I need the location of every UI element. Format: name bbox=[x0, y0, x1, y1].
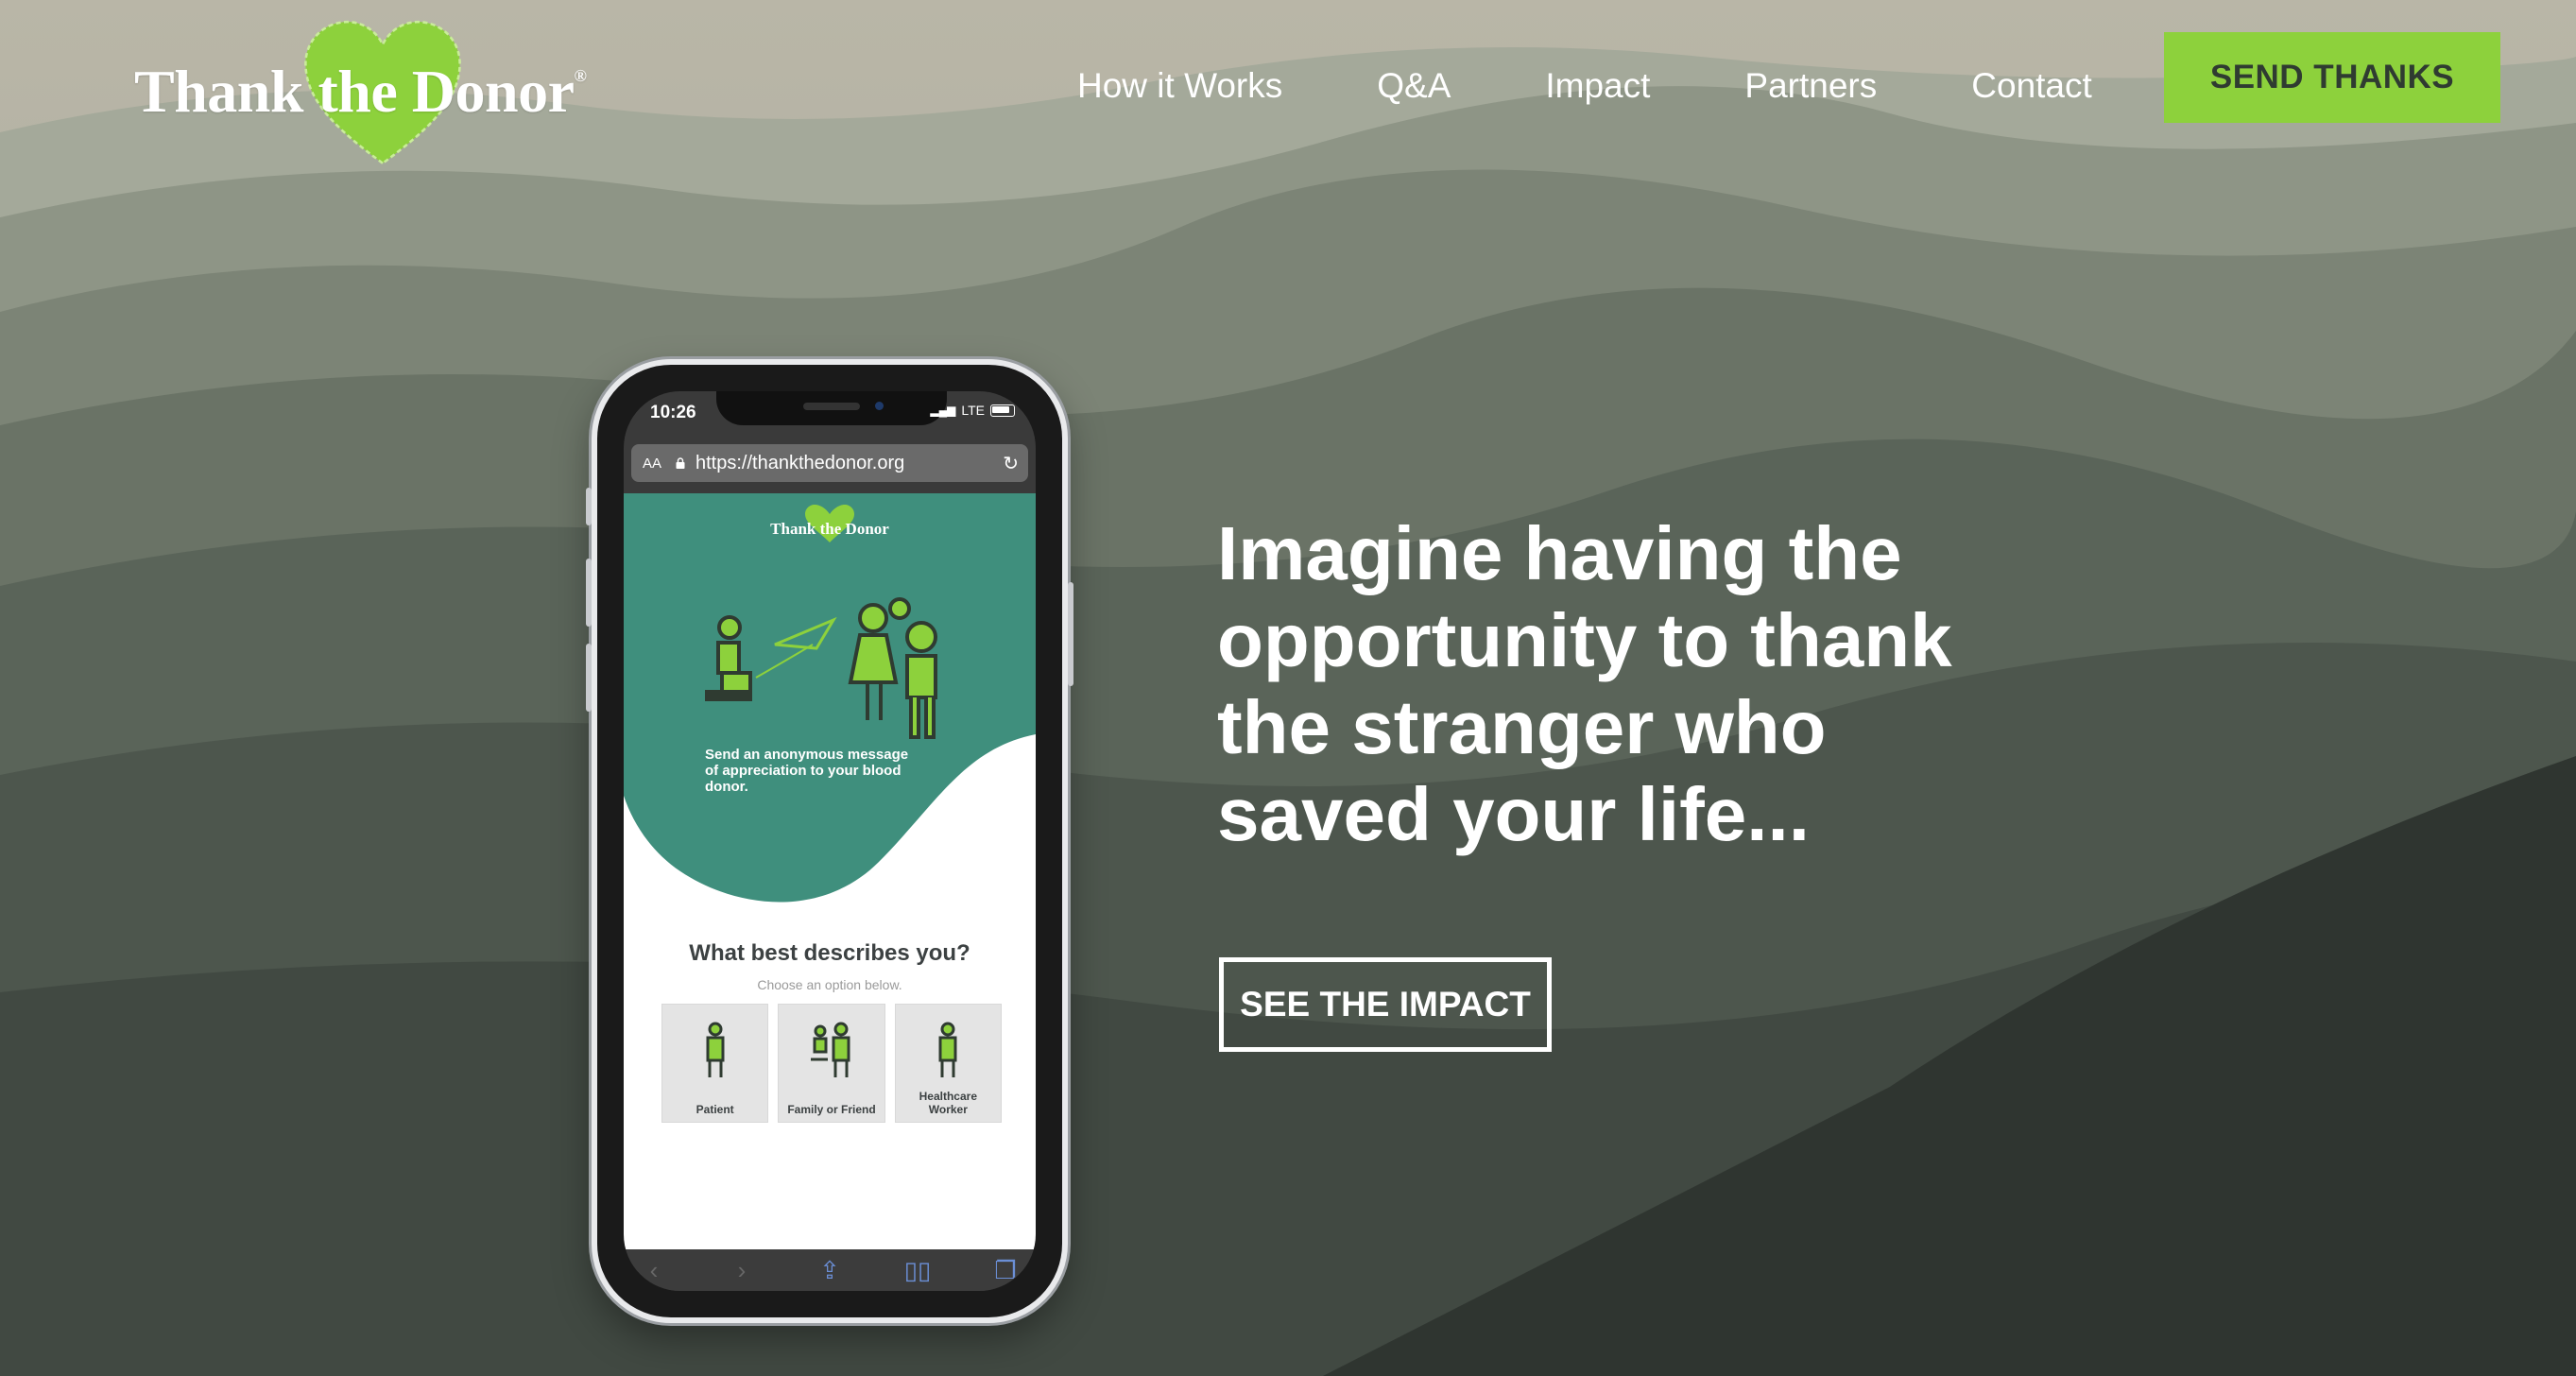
healthcare-worker-icon bbox=[938, 1022, 957, 1077]
patient-icon bbox=[706, 1022, 725, 1077]
forward-icon[interactable]: › bbox=[723, 1256, 761, 1285]
option-label: Healthcare Worker bbox=[919, 1090, 977, 1116]
reload-icon[interactable]: ↻ bbox=[1003, 452, 1019, 475]
nav-impact[interactable]: Impact bbox=[1545, 66, 1650, 106]
share-icon[interactable]: ⇪ bbox=[811, 1256, 849, 1285]
battery-icon bbox=[990, 404, 1015, 417]
status-time: 10:26 bbox=[650, 403, 696, 422]
mobile-site: Thank the Donor Send an anonymous messag… bbox=[624, 493, 1036, 1249]
nav-qa[interactable]: Q&A bbox=[1377, 66, 1451, 106]
signal-icon: ▂▄▆ bbox=[930, 404, 956, 417]
hero-headline: Imagine having the opportunity to thank … bbox=[1217, 511, 1952, 856]
see-impact-button[interactable]: SEE THE IMPACT bbox=[1219, 957, 1552, 1052]
option-label: Patient bbox=[696, 1103, 734, 1116]
role-options: Patient Family or Friend Healthcare Work… bbox=[661, 1004, 1002, 1123]
option-patient[interactable]: Patient bbox=[661, 1004, 769, 1123]
network-label: LTE bbox=[961, 403, 985, 418]
family-friend-icon bbox=[810, 1022, 850, 1077]
lock-icon bbox=[676, 457, 685, 469]
phone-screen: 10:26 ▂▄▆ LTE AA https://thankthedonor.o… bbox=[624, 391, 1036, 1291]
tabs-icon[interactable]: ❐ bbox=[987, 1256, 1024, 1285]
text-size-button[interactable]: AA bbox=[643, 456, 675, 472]
mobile-tagline: Send an anonymous message of appreciatio… bbox=[705, 747, 909, 795]
option-family-friend[interactable]: Family or Friend bbox=[778, 1004, 885, 1123]
logo-text: Thank the Donor® bbox=[134, 58, 587, 125]
mobile-hero-illustration bbox=[624, 493, 1036, 903]
phone-volume-up bbox=[586, 559, 592, 627]
mobile-logo: Thank the Donor bbox=[770, 520, 889, 538]
send-thanks-button[interactable]: SEND THANKS bbox=[2164, 32, 2500, 123]
phone-notch bbox=[716, 391, 947, 425]
back-icon[interactable]: ‹ bbox=[635, 1256, 673, 1285]
browser-url-bar[interactable]: AA https://thankthedonor.org ↻ bbox=[631, 444, 1028, 482]
browser-toolbar: ‹ › ⇪ ▯▯ ❐ bbox=[624, 1249, 1036, 1291]
bookmarks-icon[interactable]: ▯▯ bbox=[899, 1256, 936, 1285]
url-text: https://thankthedonor.org bbox=[696, 452, 905, 473]
phone-mockup: 10:26 ▂▄▆ LTE AA https://thankthedonor.o… bbox=[586, 359, 1073, 1323]
nav-contact[interactable]: Contact bbox=[1971, 66, 2092, 106]
speaker-grille bbox=[803, 403, 860, 410]
option-healthcare-worker[interactable]: Healthcare Worker bbox=[894, 1004, 1002, 1123]
option-label: Family or Friend bbox=[787, 1103, 876, 1116]
phone-silent-switch bbox=[586, 488, 592, 525]
status-indicators: ▂▄▆ LTE bbox=[930, 403, 1015, 418]
site-logo[interactable]: Thank the Donor® bbox=[134, 17, 607, 178]
phone-volume-down bbox=[586, 644, 592, 712]
main-nav: How it Works Q&A Impact Partners Contact bbox=[1077, 66, 2092, 106]
question-title: What best describes you? bbox=[689, 940, 970, 966]
phone-power-button bbox=[1068, 582, 1073, 686]
nav-how-it-works[interactable]: How it Works bbox=[1077, 66, 1282, 106]
question-subtitle: Choose an option below. bbox=[757, 977, 902, 992]
camera-icon bbox=[875, 402, 884, 410]
nav-partners[interactable]: Partners bbox=[1744, 66, 1877, 106]
